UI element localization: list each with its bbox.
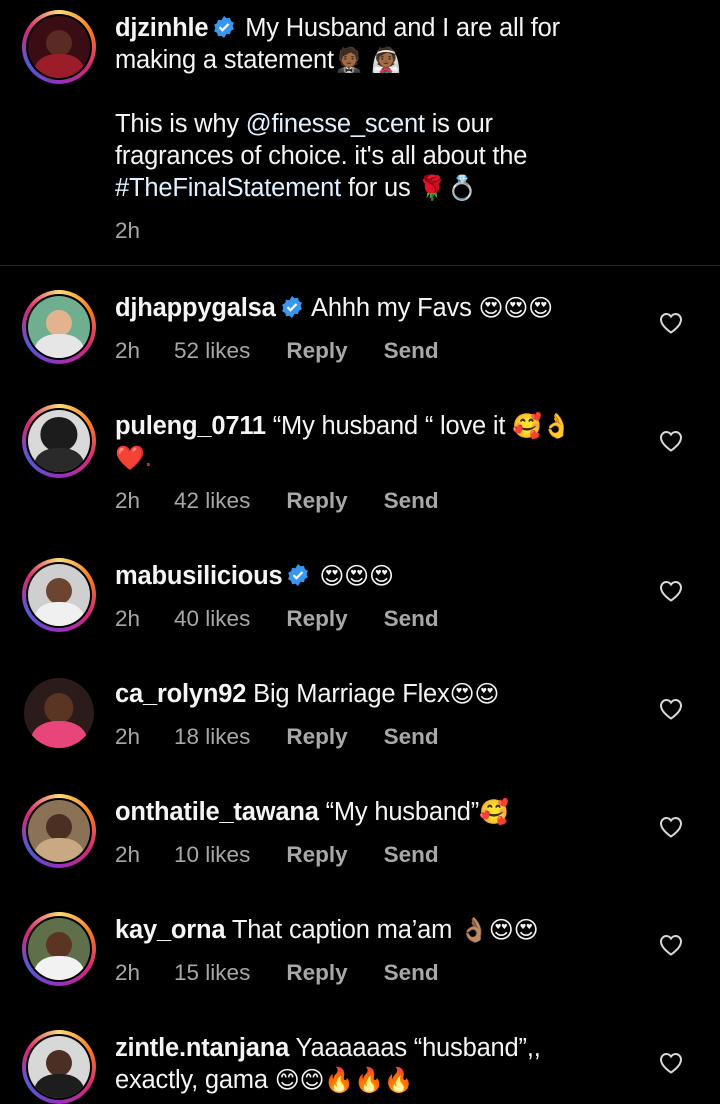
send-button[interactable]: Send xyxy=(384,842,439,868)
comment-username[interactable]: puleng_0711 xyxy=(115,412,266,440)
caption-line2: making a statement xyxy=(115,46,334,74)
comment-emoji: 😍😍 xyxy=(449,680,500,708)
caption-text: djzinhle My Husband and I are all for ma… xyxy=(115,12,635,204)
caption-line2-emoji: 🤵🏾 👰🏾 xyxy=(333,46,401,74)
caption-timestamp: 2h xyxy=(115,218,141,243)
like-heart-icon[interactable] xyxy=(659,430,683,452)
reply-button[interactable]: Reply xyxy=(286,606,347,632)
comment-username[interactable]: onthatile_tawana xyxy=(115,798,319,826)
comment-meta: 2h 52 likes Reply Send xyxy=(115,338,439,364)
hashtag-link[interactable]: #TheFinalStatement xyxy=(115,174,341,202)
comment-text: zintle.ntanjana Yaaaaaas “husband”,, exa… xyxy=(115,1032,635,1096)
comment-likes[interactable]: 10 likes xyxy=(174,842,250,868)
comment-text: mabusilicious 😍😍😍 xyxy=(115,560,635,592)
comment-text: ca_rolyn92 Big Marriage Flex😍😍 xyxy=(115,678,635,710)
verified-badge-icon xyxy=(214,16,235,38)
comment-time: 2h xyxy=(115,724,141,749)
comment-likes[interactable]: 18 likes xyxy=(174,724,250,750)
comment-body: “My husband” xyxy=(325,798,480,826)
comment-likes[interactable]: 52 likes xyxy=(174,338,250,364)
caption-line3-emoji: 🌹💍 xyxy=(417,174,477,202)
comment-meta: 2h 15 likes Reply Send xyxy=(115,960,439,986)
send-button[interactable]: Send xyxy=(384,488,439,514)
caption-username[interactable]: djzinhle xyxy=(115,14,209,42)
reply-button[interactable]: Reply xyxy=(286,338,347,364)
comment-emoji: 😊😊🔥🔥🔥 xyxy=(274,1066,414,1094)
like-heart-icon[interactable] xyxy=(659,580,683,602)
comment-time: 2h xyxy=(115,488,141,513)
reply-button[interactable]: Reply xyxy=(286,488,347,514)
comment-time: 2h xyxy=(115,338,141,363)
comment-body-line2: ❤️. xyxy=(115,444,153,472)
avatar-mabusilicious[interactable] xyxy=(22,558,96,632)
comment-username[interactable]: kay_orna xyxy=(115,916,226,944)
comment-emoji: 👌🏽😍😍 xyxy=(459,916,539,944)
send-button[interactable]: Send xyxy=(384,724,439,750)
comment-text: puleng_0711 “My husband “ love it 🥰👌 ❤️. xyxy=(115,410,635,474)
avatar-djzinhle[interactable] xyxy=(22,10,96,84)
comment-emoji: 🥰👌 xyxy=(512,412,572,440)
verified-badge-icon xyxy=(288,564,309,586)
like-heart-icon[interactable] xyxy=(659,1052,683,1074)
caption-para-line3: for us xyxy=(341,174,418,202)
comment-likes[interactable]: 42 likes xyxy=(174,488,250,514)
send-button[interactable]: Send xyxy=(384,606,439,632)
comment-likes[interactable]: 40 likes xyxy=(174,606,250,632)
like-heart-icon[interactable] xyxy=(659,934,683,956)
avatar-onthatile-tawana[interactable] xyxy=(22,794,96,868)
comment-body: Big Marriage Flex xyxy=(253,680,450,708)
comment-body-line2: exactly, gama xyxy=(115,1066,268,1094)
avatar-zintle-ntanjana[interactable] xyxy=(22,1030,96,1104)
verified-badge-icon xyxy=(281,296,302,318)
comment-body: That caption ma’am xyxy=(231,916,453,944)
comment-username[interactable]: ca_rolyn92 xyxy=(115,680,246,708)
post-caption: djzinhle My Husband and I are all for ma… xyxy=(0,0,720,266)
like-heart-icon[interactable] xyxy=(659,312,683,334)
comment-likes[interactable]: 15 likes xyxy=(174,960,250,986)
avatar-ca-rolyn92[interactable] xyxy=(22,676,96,750)
comment-emoji: 😍😍😍 xyxy=(478,294,554,322)
comment-meta: 2h 40 likes Reply Send xyxy=(115,606,439,632)
reply-button[interactable]: Reply xyxy=(286,842,347,868)
like-heart-icon[interactable] xyxy=(659,816,683,838)
caption-para-pre: This is why xyxy=(115,110,246,138)
comment-text: djhappygalsa Ahhh my Favs 😍😍😍 xyxy=(115,292,635,324)
comment-username[interactable]: zintle.ntanjana xyxy=(115,1034,289,1062)
comment-time: 2h xyxy=(115,842,141,867)
send-button[interactable]: Send xyxy=(384,960,439,986)
comment-time: 2h xyxy=(115,960,141,985)
comment-time: 2h xyxy=(115,606,141,631)
caption-line1: My Husband and I are all for xyxy=(245,14,560,42)
comment-text: kay_orna That caption ma’am 👌🏽😍😍 xyxy=(115,914,635,946)
comment-text: onthatile_tawana “My husband”🥰 xyxy=(115,796,635,828)
reply-button[interactable]: Reply xyxy=(286,724,347,750)
like-heart-icon[interactable] xyxy=(659,698,683,720)
comment-meta: 2h 42 likes Reply Send xyxy=(115,488,439,514)
comment-username[interactable]: mabusilicious xyxy=(115,562,283,590)
send-button[interactable]: Send xyxy=(384,338,439,364)
comment-emoji: 😍😍😍 xyxy=(319,562,394,590)
comment-username[interactable]: djhappygalsa xyxy=(115,294,276,322)
caption-para-line2: fragrances of choice. it's all about the xyxy=(115,142,528,170)
comment-body: “My husband “ love it xyxy=(272,412,506,440)
caption-para-post: is our xyxy=(424,110,493,138)
avatar-puleng[interactable] xyxy=(22,404,96,478)
avatar-kay-orna[interactable] xyxy=(22,912,96,986)
reply-button[interactable]: Reply xyxy=(286,960,347,986)
comment-meta: 2h 10 likes Reply Send xyxy=(115,842,439,868)
comment-body: Yaaaaaas “husband”,, xyxy=(295,1034,541,1062)
comment-emoji: 🥰 xyxy=(479,798,509,826)
comment-meta: 2h 18 likes Reply Send xyxy=(115,724,439,750)
comment-body: Ahhh my Favs xyxy=(311,294,472,322)
mention-link[interactable]: @finesse_scent xyxy=(246,110,425,138)
avatar-djhappygalsa[interactable] xyxy=(22,290,96,364)
